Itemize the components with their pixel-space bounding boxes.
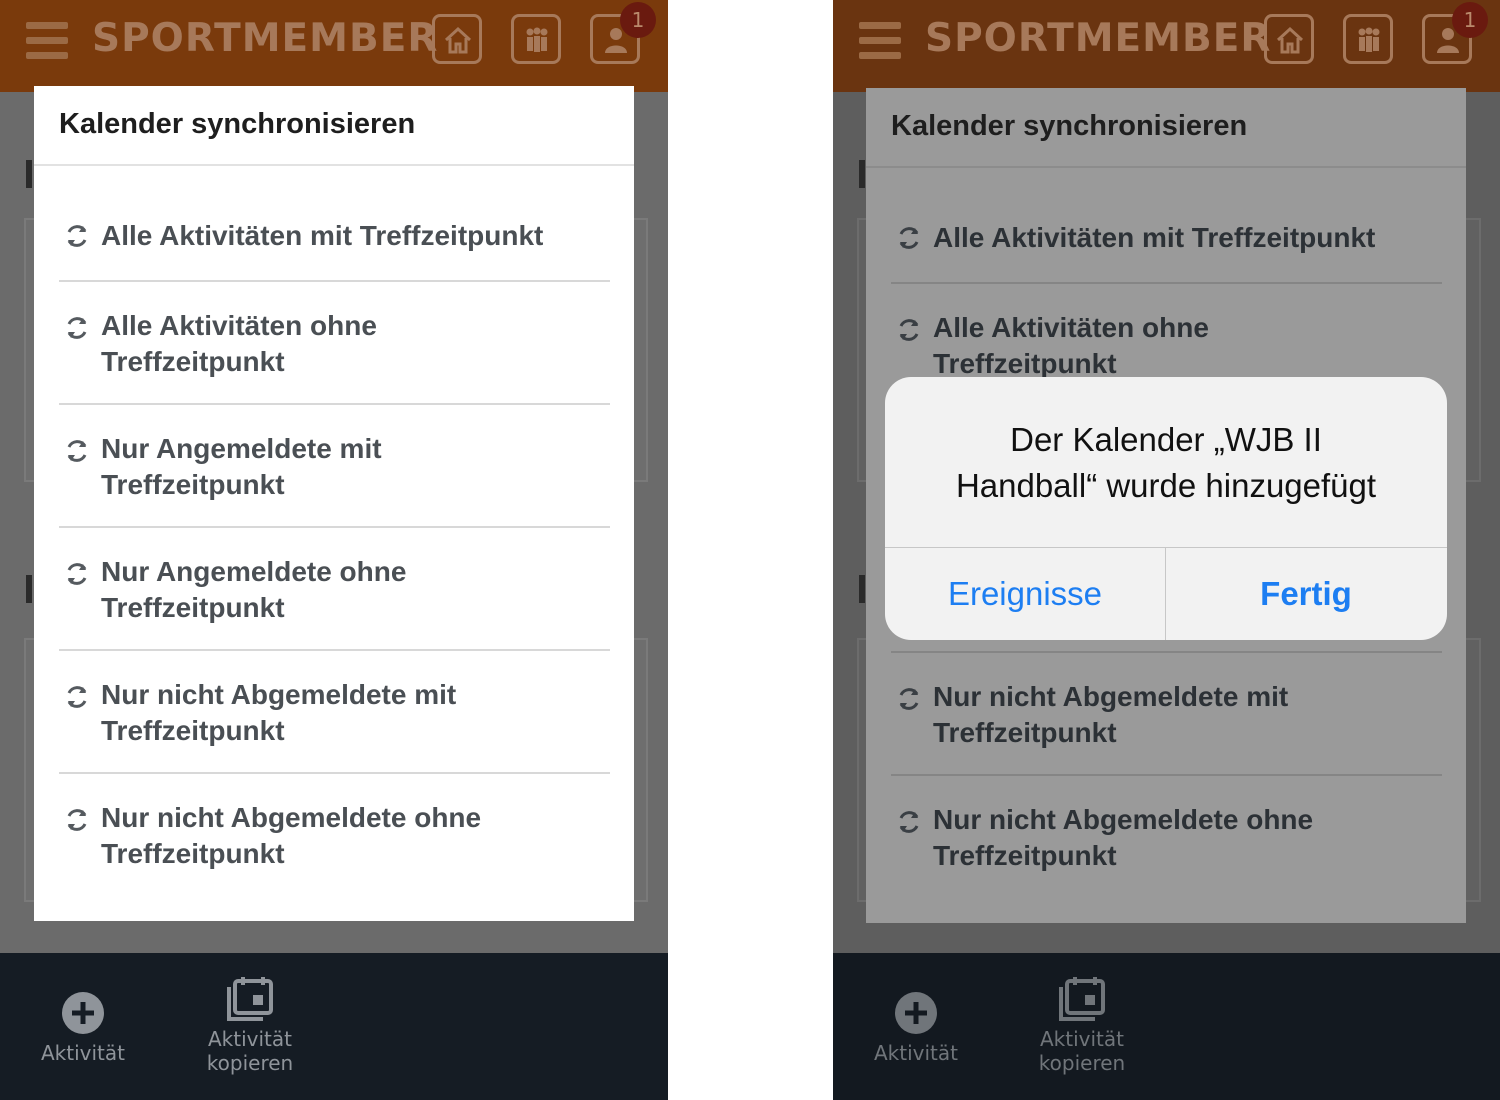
- option-separator: [59, 526, 610, 528]
- done-button[interactable]: Fertig: [1166, 548, 1446, 640]
- option-label: Alle Aktivitäten mit Treffzeitpunkt: [101, 220, 544, 251]
- option-separator: [59, 772, 610, 774]
- option-label: Nur nicht Abgemeldete mit Treffzeitpunkt: [933, 681, 1289, 748]
- add-activity-button[interactable]: Aktivität: [871, 991, 961, 1065]
- top-app-bar: SPORTMEMBER 1: [833, 0, 1500, 92]
- notification-badge: 1: [620, 2, 656, 38]
- sync-option-all-without-meet[interactable]: Alle Aktivitäten ohne Treffzeitpunkt: [59, 308, 610, 406]
- plus-circle-icon: [62, 992, 104, 1034]
- background-marker: [26, 160, 32, 188]
- plus-circle-icon: [895, 992, 937, 1034]
- menu-icon[interactable]: [859, 22, 901, 60]
- option-label: Nur Angemeldete ohne Treffzeitpunkt: [101, 556, 407, 623]
- sync-icon: [67, 563, 87, 585]
- calendar-added-alert: Der Kalender „WJB II Handball“ wurde hinz…: [885, 377, 1447, 640]
- brand-logo: SPORTMEMBER: [92, 16, 439, 61]
- team-button[interactable]: [511, 14, 561, 64]
- sync-option-all-with-meet[interactable]: Alle Aktivitäten mit Treffzeitpunkt: [59, 218, 610, 282]
- copy-activity-button[interactable]: Aktivität kopieren: [200, 975, 300, 1075]
- bottom-nav: Aktivität Aktivität kopieren: [0, 953, 668, 1100]
- sync-option-not-deregistered-with-meet[interactable]: Nur nicht Abgemeldete mit Treffzeitpunkt: [891, 651, 1442, 777]
- dialog-divider: [866, 166, 1466, 168]
- team-button[interactable]: [1343, 14, 1393, 64]
- add-activity-label: Aktivität: [874, 1041, 958, 1065]
- option-label: Nur nicht Abgemeldete ohne Treffzeitpunkt: [101, 802, 482, 869]
- copy-activity-label-line1: Aktivität: [208, 1027, 292, 1051]
- sync-calendar-dialog: Kalender synchronisieren Alle Aktivitäte…: [34, 86, 634, 921]
- option-separator: [891, 282, 1442, 284]
- sync-icon: [899, 688, 919, 710]
- option-label: Alle Aktivitäten mit Treffzeitpunkt: [933, 222, 1376, 253]
- sync-option-registered-with-meet[interactable]: Nur Angemeldete mit Treffzeitpunkt: [59, 431, 610, 529]
- add-activity-button[interactable]: Aktivität: [38, 991, 128, 1065]
- home-button[interactable]: [1264, 14, 1314, 64]
- sync-option-registered-without-meet[interactable]: Nur Angemeldete ohne Treffzeitpunkt: [59, 554, 610, 652]
- option-separator: [891, 651, 1442, 653]
- background-marker: [859, 160, 865, 188]
- left-phone-screen: SPORTMEMBER 1 Aktivität Aktivität kopier…: [0, 0, 668, 1100]
- bottom-nav: Aktivität Aktivität kopieren: [833, 953, 1500, 1100]
- copy-activity-label-line1: Aktivität: [1040, 1027, 1124, 1051]
- sync-option-all-with-meet[interactable]: Alle Aktivitäten mit Treffzeitpunkt: [891, 220, 1442, 284]
- brand-logo: SPORTMEMBER: [925, 16, 1272, 61]
- option-separator: [59, 649, 610, 651]
- add-activity-label: Aktivität: [41, 1041, 125, 1065]
- option-label: Nur nicht Abgemeldete ohne Treffzeitpunkt: [933, 804, 1314, 871]
- sync-option-not-deregistered-without-meet[interactable]: Nur nicht Abgemeldete ohne Treffzeitpunkt: [891, 802, 1442, 900]
- sync-icon: [899, 811, 919, 833]
- option-label: Nur nicht Abgemeldete mit Treffzeitpunkt: [101, 679, 457, 746]
- option-label: Nur Angemeldete mit Treffzeitpunkt: [101, 433, 382, 500]
- option-label: Alle Aktivitäten ohne Treffzeitpunkt: [933, 312, 1209, 379]
- copy-calendar-icon: [1059, 977, 1105, 1021]
- option-label: Alle Aktivitäten ohne Treffzeitpunkt: [101, 310, 377, 377]
- sync-icon: [67, 317, 87, 339]
- events-button[interactable]: Ereignisse: [885, 548, 1165, 640]
- notification-badge: 1: [1452, 2, 1488, 38]
- option-separator: [59, 403, 610, 405]
- dialog-title: Kalender synchronisieren: [891, 110, 1248, 142]
- team-icon: [526, 27, 548, 52]
- sync-icon: [67, 440, 87, 462]
- option-separator: [891, 774, 1442, 776]
- home-icon: [1276, 26, 1304, 54]
- sync-icon: [899, 319, 919, 341]
- option-separator: [59, 280, 610, 282]
- dialog-title: Kalender synchronisieren: [59, 108, 416, 140]
- right-phone-screen: SPORTMEMBER 1 Aktivität Aktivität kopier…: [833, 0, 1500, 1100]
- alert-message: Der Kalender „WJB II Handball“ wurde hinz…: [955, 421, 1377, 504]
- sync-option-not-deregistered-without-meet[interactable]: Nur nicht Abgemeldete ohne Treffzeitpunkt: [59, 800, 610, 898]
- menu-icon[interactable]: [26, 22, 68, 60]
- sync-icon: [67, 225, 87, 247]
- top-app-bar: SPORTMEMBER 1: [0, 0, 668, 92]
- background-marker: [26, 575, 32, 603]
- sync-option-not-deregistered-with-meet[interactable]: Nur nicht Abgemeldete mit Treffzeitpunkt: [59, 677, 610, 775]
- sync-icon: [67, 686, 87, 708]
- background-marker: [859, 575, 865, 603]
- team-icon: [1358, 27, 1380, 52]
- sync-icon: [67, 809, 87, 831]
- copy-calendar-icon: [227, 977, 273, 1021]
- sync-icon: [899, 227, 919, 249]
- copy-activity-label-line2: kopieren: [206, 1051, 294, 1075]
- dialog-divider: [34, 164, 634, 166]
- copy-activity-button[interactable]: Aktivität kopieren: [1032, 975, 1132, 1075]
- home-icon: [444, 26, 472, 54]
- home-button[interactable]: [432, 14, 482, 64]
- copy-activity-label-line2: kopieren: [1038, 1051, 1126, 1075]
